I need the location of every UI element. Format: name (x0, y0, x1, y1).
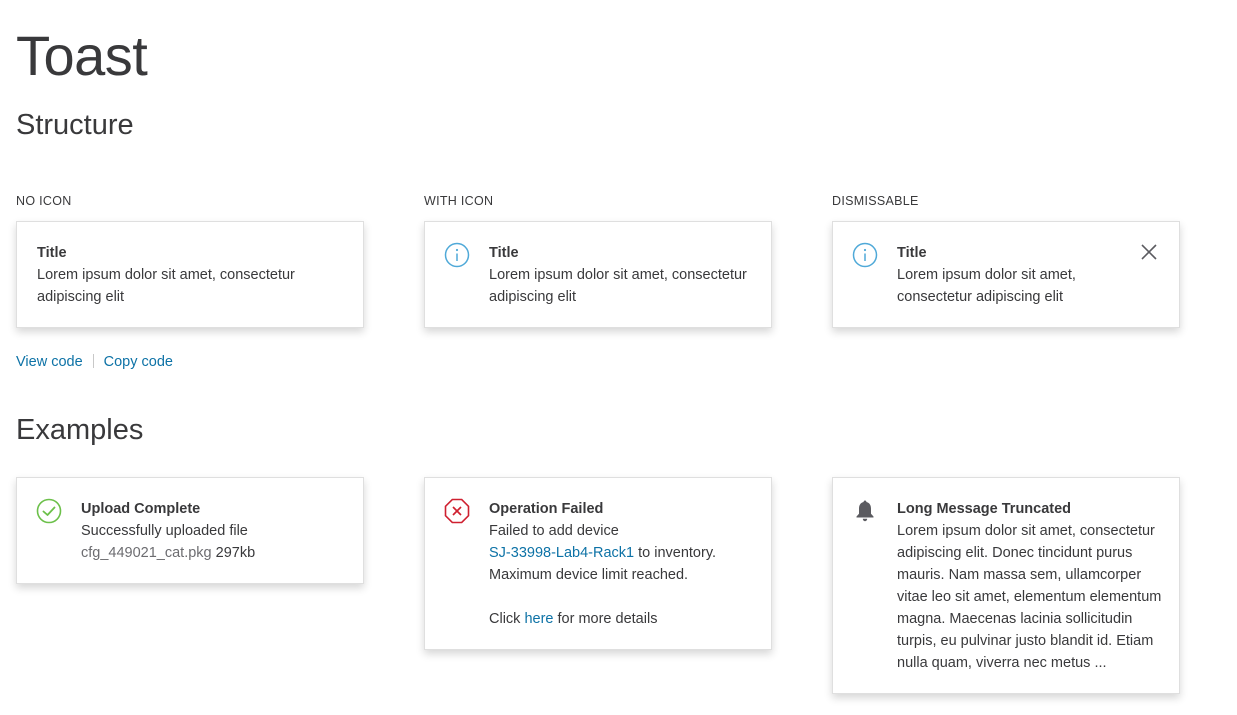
toast-with-icon: Title Lorem ipsum dolor sit amet, consec… (424, 221, 772, 328)
toast-no-icon: Title Lorem ipsum dolor sit amet, consec… (16, 221, 364, 328)
toast-message: Failed to add device SJ-33998-Lab4-Rack1… (489, 520, 759, 630)
view-code-link[interactable]: View code (16, 354, 83, 370)
toast-operation-failed: Operation Failed Failed to add device SJ… (424, 477, 772, 650)
code-links: View code Copy code (16, 351, 173, 373)
toast-message: Lorem ipsum dolor sit amet, consectetur … (897, 267, 1076, 305)
link-divider (92, 354, 94, 368)
file-size: 297kb (215, 545, 256, 561)
copy-code-link[interactable]: Copy code (104, 354, 173, 370)
info-icon (852, 242, 878, 268)
message-text: to inventory. (634, 545, 717, 561)
error-octagon-icon (444, 498, 470, 524)
message-line: Maximum device limit reached. (489, 567, 689, 583)
file-name: cfg_449021_cat.pkg (81, 545, 212, 561)
toast-long-message: Long Message Truncated Lorem ipsum dolor… (832, 477, 1180, 694)
details-link[interactable]: here (524, 611, 553, 627)
column-label-no-icon: NO ICON (16, 194, 72, 208)
close-icon[interactable] (1139, 242, 1159, 262)
toast-title: Title (897, 245, 927, 261)
toast-title: Long Message Truncated (897, 501, 1072, 517)
bell-icon (856, 500, 874, 522)
toast-title: Upload Complete (81, 501, 201, 517)
message-line: SJ-33998-Lab4-Rack1 to inventory. (489, 542, 759, 564)
toast-message: Lorem ipsum dolor sit amet, consectetur … (37, 267, 295, 305)
details-line: Click here for more details (489, 608, 759, 630)
message-text: Click (489, 611, 525, 627)
page-title: Toast (16, 24, 148, 87)
section-title-structure: Structure (16, 109, 134, 141)
toast-message: Successfully uploaded file cfg_449021_ca… (81, 520, 351, 564)
check-circle-icon (36, 498, 62, 524)
info-icon (444, 242, 470, 268)
toast-message: Lorem ipsum dolor sit amet, consectetur … (489, 267, 747, 305)
message-line: Failed to add device (489, 523, 619, 539)
column-label-dismissable: DISMISSABLE (832, 194, 919, 208)
toast-message: Lorem ipsum dolor sit amet, consectetur … (897, 523, 1162, 671)
toast-dismissable: Title Lorem ipsum dolor sit amet, consec… (832, 221, 1180, 328)
file-info: cfg_449021_cat.pkg 297kb (81, 542, 351, 564)
message-text: for more details (553, 611, 658, 627)
column-label-with-icon: WITH ICON (424, 194, 494, 208)
toast-upload-complete: Upload Complete Successfully uploaded fi… (16, 477, 364, 584)
toast-title: Operation Failed (489, 501, 604, 517)
toast-title: Title (489, 245, 519, 261)
device-link[interactable]: SJ-33998-Lab4-Rack1 (489, 545, 634, 561)
message-line: Successfully uploaded file (81, 523, 248, 539)
toast-title: Title (37, 245, 67, 261)
section-title-examples: Examples (16, 414, 144, 446)
